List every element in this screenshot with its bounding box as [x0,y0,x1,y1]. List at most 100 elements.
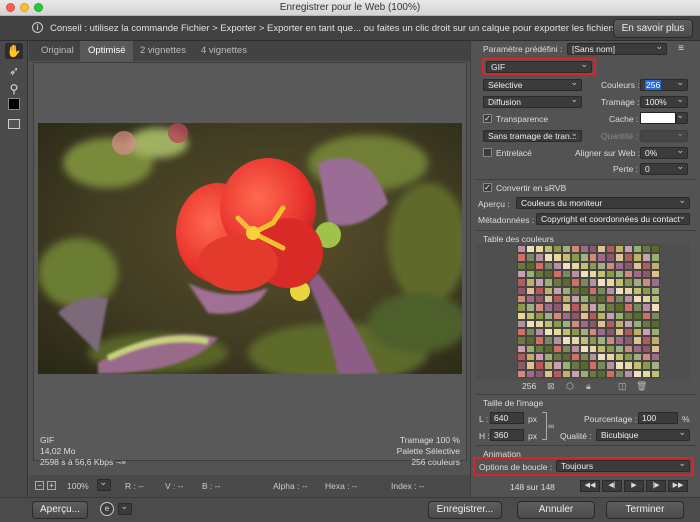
preset-dropdown[interactable]: [Sans nom] [567,43,667,55]
color-swatch[interactable] [651,361,660,370]
color-swatch[interactable] [588,336,598,345]
color-swatch[interactable] [642,303,652,312]
interlaced-checkbox[interactable] [483,148,492,157]
color-swatch[interactable] [570,353,580,362]
color-swatch[interactable] [517,278,526,287]
color-swatch[interactable] [588,361,598,370]
last-frame-button[interactable]: ▶▶ [668,480,688,492]
color-swatch[interactable] [615,269,625,279]
color-swatch[interactable] [597,278,607,287]
color-swatch[interactable] [552,278,562,287]
color-swatch[interactable] [642,319,652,329]
zoom-out-button[interactable]: − [35,481,44,490]
color-swatch[interactable] [561,253,571,262]
websnap-field[interactable]: 0% [640,147,688,159]
color-swatch[interactable] [561,286,571,295]
color-swatch[interactable] [570,261,580,270]
color-swatch[interactable] [624,245,634,254]
color-swatch[interactable] [561,278,571,287]
color-swatch[interactable] [633,253,643,262]
cancel-button[interactable]: Annuler [517,501,595,519]
matte-color-swatch[interactable] [640,112,676,124]
color-swatch[interactable] [597,361,607,370]
color-swatch[interactable] [534,353,544,362]
color-swatch[interactable] [543,278,553,287]
color-swatch[interactable] [642,361,652,370]
slice-select-tool-icon[interactable]: ➶ [5,63,23,79]
color-swatch[interactable] [597,336,607,345]
color-swatch[interactable] [606,294,616,304]
color-swatch[interactable] [588,311,598,320]
color-swatch[interactable] [579,245,589,254]
percent-field[interactable]: 100 [638,412,678,424]
color-swatch[interactable] [552,311,562,320]
tab-optimized[interactable]: Optimisé [80,41,134,61]
color-swatch[interactable] [552,269,562,279]
color-swatch[interactable] [570,253,580,262]
color-swatch[interactable] [633,328,643,337]
color-swatch[interactable] [579,269,589,279]
color-swatch[interactable] [588,328,598,337]
color-swatch[interactable] [588,294,598,304]
color-swatch[interactable] [624,311,634,320]
color-swatch[interactable] [615,361,625,370]
color-swatch[interactable] [525,336,535,345]
color-swatch[interactable] [624,319,634,329]
color-swatch[interactable] [633,311,643,320]
color-swatch[interactable] [615,303,625,312]
color-swatch[interactable] [517,311,526,320]
quality-dropdown[interactable]: Bicubique [596,429,690,441]
dither-amount-field[interactable]: 100% [640,96,688,108]
color-swatch[interactable] [615,253,625,262]
color-swatch[interactable] [525,344,535,354]
color-swatch[interactable] [615,278,625,287]
color-swatch[interactable] [606,361,616,370]
browser-preview-icon[interactable]: e [100,502,114,516]
color-swatch[interactable] [633,303,643,312]
color-swatch[interactable] [561,311,571,320]
loop-options-dropdown[interactable]: Toujours [556,460,690,472]
hand-tool-icon[interactable]: ✋ [5,43,23,59]
color-swatch[interactable] [534,286,544,295]
color-swatch[interactable] [597,253,607,262]
color-swatch[interactable] [633,294,643,304]
color-swatch[interactable] [606,286,616,295]
color-swatch[interactable] [543,311,553,320]
color-swatch[interactable] [579,261,589,270]
color-swatch[interactable] [570,269,580,279]
color-swatch[interactable] [534,303,544,312]
color-swatch[interactable] [579,344,589,354]
color-table[interactable] [517,245,660,378]
color-swatch[interactable] [525,253,535,262]
color-swatch[interactable] [525,269,535,279]
color-swatch[interactable] [633,336,643,345]
color-swatch[interactable] [534,336,544,345]
color-swatch[interactable] [543,253,553,262]
color-swatch[interactable] [570,294,580,304]
color-swatch[interactable] [597,328,607,337]
color-swatch[interactable] [633,269,643,279]
color-swatch[interactable] [543,328,553,337]
color-swatch[interactable] [651,336,660,345]
color-swatch[interactable] [543,344,553,354]
color-swatch[interactable] [642,344,652,354]
color-swatch[interactable] [597,311,607,320]
color-swatch[interactable] [570,336,580,345]
color-swatch[interactable] [552,369,562,378]
color-swatch[interactable] [534,278,544,287]
color-swatch[interactable] [579,294,589,304]
color-swatch[interactable] [543,353,553,362]
color-swatch[interactable] [651,369,660,378]
color-swatch[interactable] [588,253,598,262]
color-swatch[interactable] [651,286,660,295]
color-swatch[interactable] [543,294,553,304]
color-swatch[interactable] [642,261,652,270]
color-swatch[interactable] [534,361,544,370]
color-swatch[interactable] [543,319,553,329]
color-swatch[interactable] [525,261,535,270]
color-swatch[interactable] [624,369,634,378]
color-swatch[interactable] [570,344,580,354]
color-swatch[interactable] [543,245,553,254]
color-swatch[interactable] [534,328,544,337]
color-swatch[interactable] [579,311,589,320]
